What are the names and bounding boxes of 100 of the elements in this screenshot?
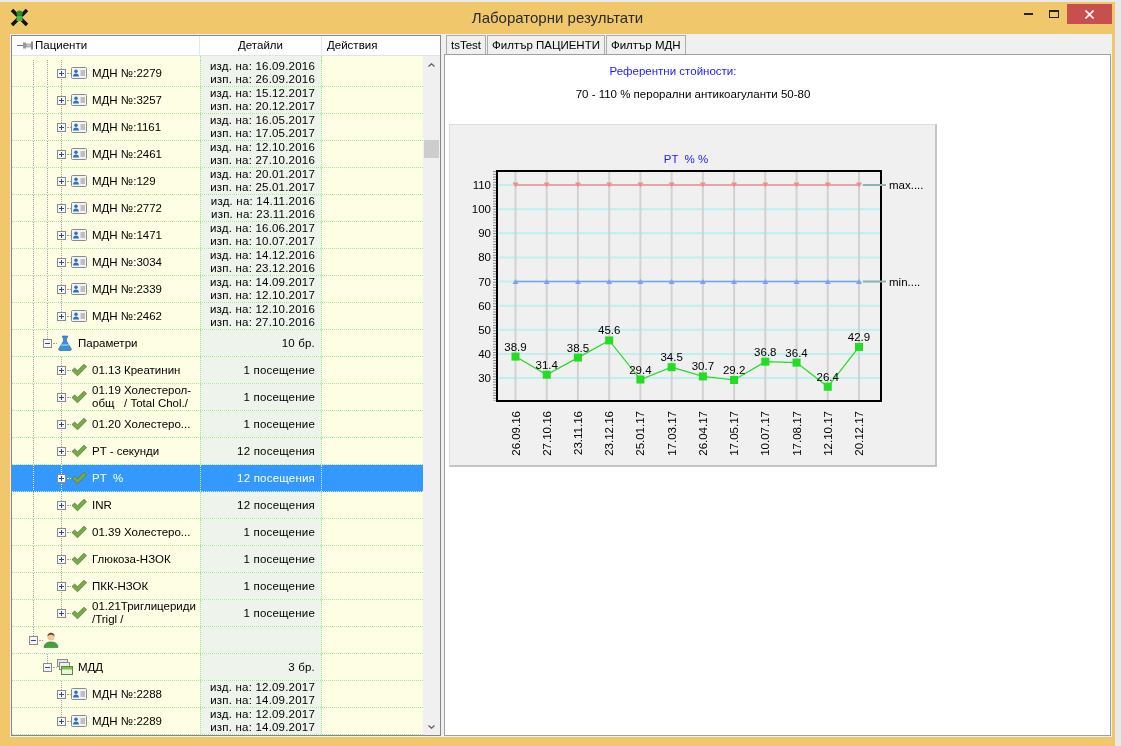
expand-icon[interactable] xyxy=(56,500,66,510)
tab[interactable]: tsTest xyxy=(446,35,487,54)
tree-row[interactable]: PT - секунди 12 посещения xyxy=(12,438,423,465)
expand-icon[interactable] xyxy=(56,230,66,240)
chevron-down-icon xyxy=(428,724,435,729)
issue-date-text: изд. на: 14.11.2016 xyxy=(210,195,315,208)
id-card-icon xyxy=(71,119,87,135)
data-point xyxy=(792,358,801,367)
id-card-icon xyxy=(71,308,87,324)
expand-icon[interactable] xyxy=(56,392,66,402)
expand-icon[interactable] xyxy=(56,284,66,294)
node-label: МДН №:3257 xyxy=(92,93,163,107)
x-tick-label: 20.12.17 xyxy=(853,411,865,456)
check-icon xyxy=(71,389,87,405)
expand-icon[interactable] xyxy=(56,419,66,429)
expand-icon[interactable] xyxy=(56,203,66,213)
tab[interactable]: Филтър ПАЦИЕНТИ xyxy=(487,35,605,54)
expand-icon[interactable] xyxy=(56,149,66,159)
tree-row[interactable]: МДН №:2462 изд. на: 12.10.2016 изп. на: 27.10.2016 xyxy=(12,303,423,330)
execution-date-text: изп. на: 14.09.2017 xyxy=(210,694,315,707)
data-label: 38.9 xyxy=(504,340,527,353)
data-label: 45.6 xyxy=(598,324,621,337)
node-label: МДН №:2339 xyxy=(92,282,163,296)
tree-row[interactable]: ПКК-НЗОК 1 посещение xyxy=(12,573,423,600)
node-label: МДН №:2279 xyxy=(92,66,163,80)
expand-icon[interactable] xyxy=(56,257,66,267)
collapse-icon[interactable] xyxy=(42,338,52,348)
id-card-icon xyxy=(71,713,87,729)
expand-icon[interactable] xyxy=(56,527,66,537)
id-card-icon xyxy=(71,200,87,216)
expand-icon[interactable] xyxy=(56,68,66,78)
x-tick-label: 26.04.17 xyxy=(696,411,709,456)
expand-icon[interactable] xyxy=(56,689,66,699)
expand-icon[interactable] xyxy=(56,716,66,726)
check-icon xyxy=(71,578,87,594)
tree-row[interactable]: МДН №:2289 изд. на: 12.09.2017 изп. на: 14.09.2017 xyxy=(12,708,423,735)
y-tick-label: 100 xyxy=(471,203,491,216)
node-label: МДН №:2288 xyxy=(92,687,163,701)
y-tick-label: 80 xyxy=(478,251,491,264)
id-card-icon xyxy=(71,227,87,243)
execution-date-text: изп. на: 14.09.2017 xyxy=(210,721,315,734)
limit-marker xyxy=(543,279,550,285)
collapse-icon[interactable] xyxy=(42,662,52,672)
node-label: МДН №:2461 xyxy=(92,147,163,161)
details-text: 1 посещение xyxy=(243,390,315,404)
scrollbar[interactable] xyxy=(423,56,440,735)
data-point xyxy=(542,370,551,379)
data-label: 29.2 xyxy=(722,364,746,376)
tree-row[interactable]: 01.20 Холестеро... 1 посещение xyxy=(12,411,423,438)
expand-icon[interactable] xyxy=(56,122,66,132)
data-point xyxy=(855,342,863,351)
x-tick-label: 23.12.16 xyxy=(603,411,616,456)
tree-row[interactable]: Параметри 10 бр. xyxy=(12,330,423,357)
tree-row[interactable]: 01.21Триглицериди /Trigl / 1 посещение xyxy=(12,600,423,627)
expand-icon[interactable] xyxy=(56,446,66,456)
execution-date-text: изп. на: 17.05.2017 xyxy=(210,127,315,140)
limit-marker xyxy=(574,279,581,285)
details-text: 1 посещение xyxy=(243,579,315,593)
issue-date-text: изд. на: 15.12.2017 xyxy=(209,87,315,100)
limit-marker xyxy=(762,182,769,188)
node-label: МДН №:1471 xyxy=(92,228,163,242)
expand-icon[interactable] xyxy=(56,581,66,591)
expand-icon[interactable] xyxy=(56,473,66,483)
x-tick-label: 27.10.16 xyxy=(540,411,553,456)
expand-icon[interactable] xyxy=(56,176,66,186)
tree-row[interactable]: 01.19 Холестерол-общ / Total Chol./ 1 посещение xyxy=(12,384,423,411)
tab[interactable]: Филтър МДН xyxy=(605,35,686,54)
column-header[interactable]: Действия xyxy=(327,36,378,55)
scroll-thumb[interactable] xyxy=(424,140,439,158)
data-point xyxy=(823,382,832,391)
data-point xyxy=(761,357,770,366)
data-label: 36.4 xyxy=(785,346,808,359)
details-text: 12 посещения xyxy=(237,471,315,485)
limit-marker xyxy=(606,279,613,285)
y-tick-label: 40 xyxy=(478,347,491,360)
tree-row[interactable]: 01.39 Холестеро... 1 посещение xyxy=(12,519,423,546)
column-header[interactable]: Пациенти xyxy=(35,36,88,55)
expand-icon[interactable] xyxy=(56,311,66,321)
expand-icon[interactable] xyxy=(56,95,66,105)
expand-icon[interactable] xyxy=(56,554,66,564)
node-label: 01.20 Холестеро... xyxy=(92,417,192,431)
check-icon xyxy=(71,605,87,621)
limit-marker xyxy=(856,182,862,188)
window-title: Лабораторни результати xyxy=(471,8,644,28)
pin-icon xyxy=(17,41,33,50)
expand-icon[interactable] xyxy=(56,365,66,375)
chevron-up-icon xyxy=(428,62,435,67)
data-point xyxy=(667,363,676,372)
tree-row[interactable]: МДД 3 бр. xyxy=(12,654,423,681)
tree-row[interactable]: Глюкоза-НЗОК 1 посещение xyxy=(12,546,423,573)
issue-date-text: изд. на: 20.01.2017 xyxy=(209,168,315,181)
collapse-icon[interactable] xyxy=(28,635,38,645)
node-label: МДН №:3034 xyxy=(92,255,163,269)
node-label: ПКК-НЗОК xyxy=(92,579,150,593)
column-header[interactable]: Детайли xyxy=(238,36,283,55)
tree-row[interactable]: 01.13 Креатинин 1 посещение xyxy=(12,357,423,384)
reference-title: Референтни стойности: xyxy=(609,65,737,77)
expand-icon[interactable] xyxy=(56,608,66,618)
details-text: 12 посещения xyxy=(237,444,315,458)
tree-row[interactable]: INR 12 посещения xyxy=(12,492,423,519)
